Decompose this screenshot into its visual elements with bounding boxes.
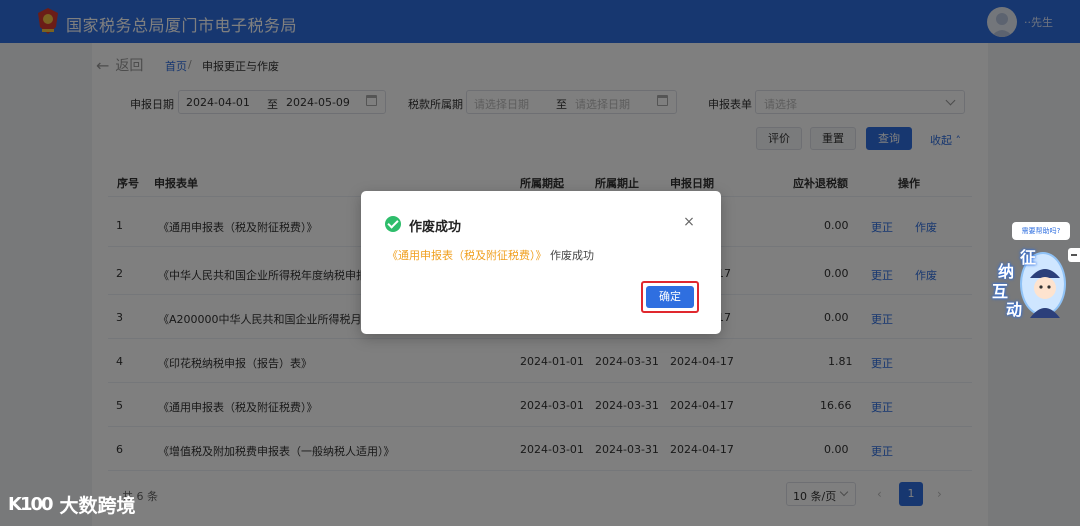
success-check-icon — [385, 216, 401, 232]
close-icon[interactable]: × — [683, 215, 695, 229]
dialog-message: 《通用申报表（税及附征税费）》 作废成功 — [387, 247, 594, 263]
assistant-char: 动 — [1006, 300, 1023, 319]
dialog-title: 作废成功 — [409, 220, 462, 235]
confirm-highlight-box: 确定 — [641, 281, 699, 313]
assistant-widget[interactable]: 征 纳 互 动 — [992, 242, 1072, 324]
confirm-button[interactable]: 确定 — [646, 286, 694, 308]
watermark-logo: K100 — [8, 494, 54, 515]
assistant-char: 征 — [1020, 248, 1037, 267]
success-dialog: 作废成功 × 《通用申报表（税及附征税费）》 作废成功 确定 — [361, 191, 721, 334]
dialog-message-status: 作废成功 — [550, 249, 594, 262]
watermark-text: 大数跨境 — [59, 495, 136, 517]
help-bubble[interactable]: 需要帮助吗? — [1012, 222, 1070, 240]
dialog-message-form: 《通用申报表（税及附征税费）》 — [387, 249, 547, 262]
watermark: K100 大数跨境 — [8, 491, 136, 518]
